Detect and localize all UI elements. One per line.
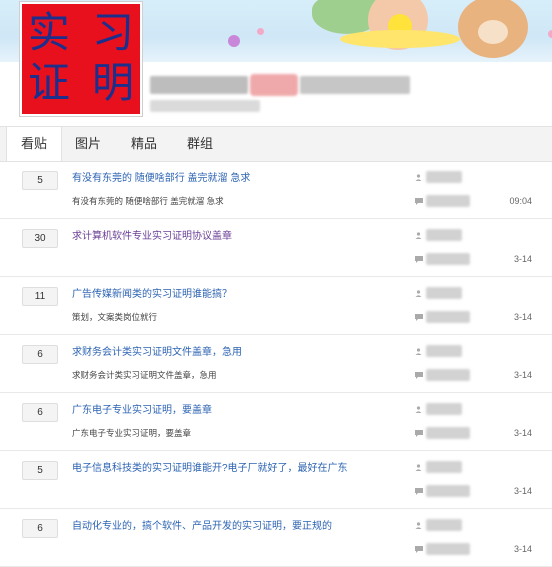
banner-bubble: [228, 35, 240, 47]
comment-icon: [415, 488, 423, 495]
last-replier[interactable]: [426, 195, 470, 207]
user-icon: [415, 348, 422, 355]
user-icon: [415, 406, 422, 413]
thread-title[interactable]: 广东电子专业实习证明，要盖章: [72, 401, 212, 416]
thread-title[interactable]: 有没有东莞的 随便啥部行 盖完就溜 急求: [72, 169, 250, 184]
author-name[interactable]: [426, 403, 462, 415]
thread-row[interactable]: 5 有没有东莞的 随便啥部行 盖完就溜 急求 有没有东莞的 随便啥部行 盖完就溜…: [0, 161, 552, 219]
logo-char: 证: [28, 58, 71, 107]
reply-count: 6: [22, 345, 58, 364]
author-name[interactable]: [426, 287, 462, 299]
last-replier[interactable]: [426, 253, 470, 265]
logo-char: 习: [92, 8, 135, 57]
user-icon: [415, 232, 422, 239]
last-replier[interactable]: [426, 543, 470, 555]
author-name[interactable]: [426, 345, 462, 357]
last-replier[interactable]: [426, 485, 470, 497]
author-name[interactable]: [426, 229, 462, 241]
reply-count: 6: [22, 519, 58, 538]
reply-count: 30: [22, 229, 58, 248]
last-replier[interactable]: [426, 369, 470, 381]
banner-cartoon-bear-face: [478, 20, 508, 44]
logo-char: 实: [28, 8, 71, 57]
author-name[interactable]: [426, 171, 462, 183]
thread-row[interactable]: 6 求财务会计类实习证明文件盖章，急用 求财务会计类实习证明文件盖章，急用 3-…: [0, 335, 552, 393]
banner-bubble: [257, 28, 264, 35]
thread-excerpt: 有没有东莞的 随便啥部行 盖完就溜 急求: [72, 196, 224, 206]
thread-title[interactable]: 电子信息科技类的实习证明谁能开?电子厂就好了，最好在广东: [72, 459, 348, 474]
last-replier[interactable]: [426, 311, 470, 323]
thread-row[interactable]: 11 广告传媒新闻类的实习证明谁能搞？ 策划，文案类岗位就行 3-14: [0, 277, 552, 335]
thread-excerpt: 策划，文案类岗位就行: [72, 312, 158, 322]
comment-icon: [415, 198, 423, 205]
comment-icon: [415, 546, 423, 553]
forum-logo[interactable]: 实 习 证 明: [20, 2, 142, 116]
comment-icon: [415, 256, 423, 263]
thread-excerpt: 求财务会计类实习证明文件盖章，急用: [72, 370, 217, 380]
tab-groups[interactable]: 群组: [176, 127, 224, 161]
tab-featured[interactable]: 精品: [120, 127, 168, 161]
last-replier[interactable]: [426, 427, 470, 439]
reply-time: 3-14: [513, 486, 532, 496]
tab-posts[interactable]: 看贴: [6, 127, 62, 161]
thread-row[interactable]: 6 自动化专业的，搞个软件、产品开发的实习证明，要正规的 3-14: [0, 509, 552, 567]
forum-stats: [150, 100, 260, 112]
tab-images[interactable]: 图片: [64, 127, 112, 161]
reply-time: 3-14: [513, 254, 532, 264]
reply-time: 09:04: [509, 196, 532, 206]
user-icon: [415, 174, 422, 181]
comment-icon: [415, 314, 423, 321]
reply-time: 3-14: [513, 312, 532, 322]
reply-count: 11: [22, 287, 58, 306]
tab-bar: 看贴 图片 精品 群组: [0, 126, 552, 162]
user-icon: [415, 464, 422, 471]
forum-badge: [250, 74, 298, 96]
thread-row[interactable]: 6 广东电子专业实习证明，要盖章 广东电子专业实习证明，要盖章 3-14: [0, 393, 552, 451]
reply-time: 3-14: [513, 428, 532, 438]
thread-title[interactable]: 求财务会计类实习证明文件盖章，急用: [72, 343, 242, 358]
reply-time: 3-14: [513, 544, 532, 554]
user-icon: [415, 290, 422, 297]
author-name[interactable]: [426, 461, 462, 473]
comment-icon: [415, 372, 423, 379]
reply-time: 3-14: [513, 370, 532, 380]
thread-title[interactable]: 求计算机软件专业实习证明协议盖章: [72, 227, 232, 242]
forum-follow: [300, 76, 410, 94]
user-icon: [415, 522, 422, 529]
thread-title[interactable]: 自动化专业的，搞个软件、产品开发的实习证明，要正规的: [72, 517, 332, 532]
comment-icon: [415, 430, 423, 437]
thread-title[interactable]: 广告传媒新闻类的实习证明谁能搞？: [72, 285, 232, 300]
thread-row[interactable]: 5 电子信息科技类的实习证明谁能开?电子厂就好了，最好在广东 3-14: [0, 451, 552, 509]
author-name[interactable]: [426, 519, 462, 531]
forum-name: [150, 76, 248, 94]
thread-excerpt: 广东电子专业实习证明，要盖章: [72, 428, 192, 438]
reply-count: 5: [22, 461, 58, 480]
thread-row[interactable]: 30 求计算机软件专业实习证明协议盖章 3-14: [0, 219, 552, 277]
reply-count: 5: [22, 171, 58, 190]
reply-count: 6: [22, 403, 58, 422]
banner-bubble: [548, 30, 552, 38]
banner-cartoon-ring: [340, 30, 460, 48]
logo-char: 明: [92, 58, 135, 107]
